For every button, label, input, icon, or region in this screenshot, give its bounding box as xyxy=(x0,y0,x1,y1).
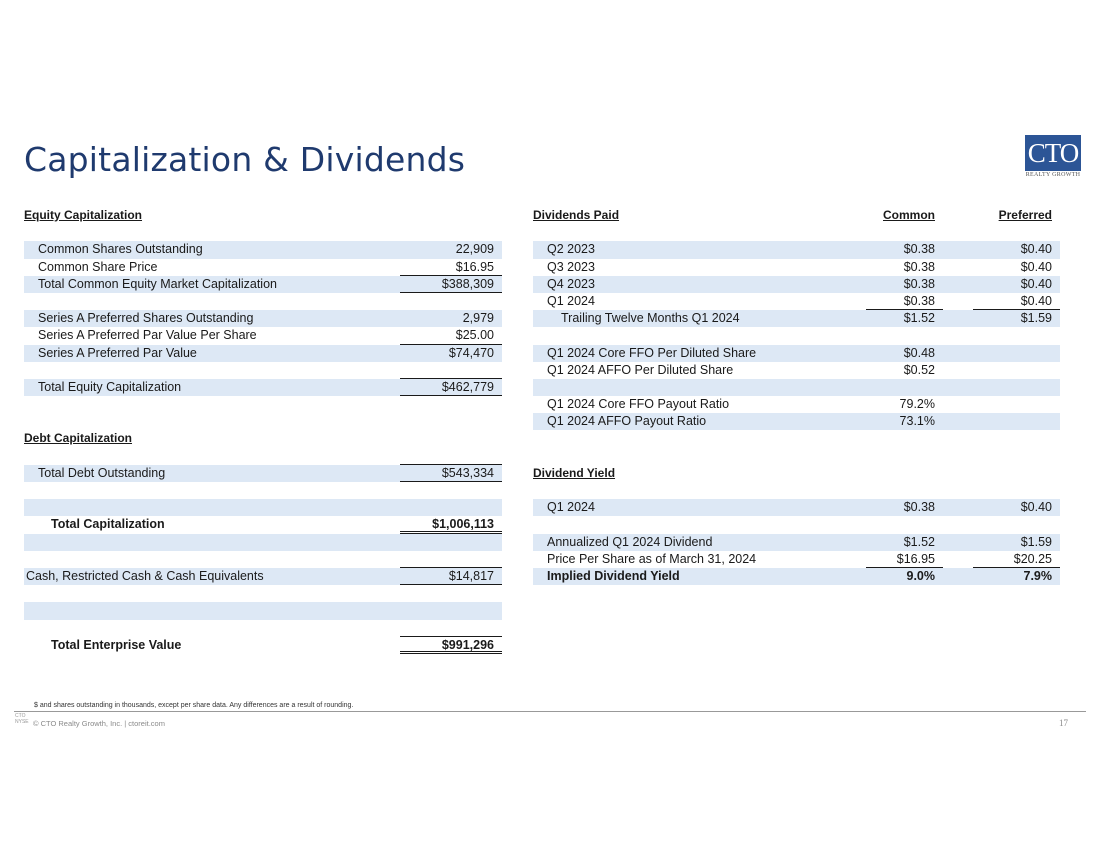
table-row: Q2 2023 $0.38 $0.40 xyxy=(533,241,1060,259)
debt-header: Debt Capitalization xyxy=(24,431,133,446)
table-row: Q1 2024 Core FFO Payout Ratio 79.2% xyxy=(547,397,935,412)
equity-header: Equity Capitalization xyxy=(24,208,143,222)
table-row: Total Enterprise Value $991,296 xyxy=(24,637,502,654)
capitalization-panel: Equity Capitalization Common Shares Outs… xyxy=(24,207,502,654)
table-row: Q1 2024 AFFO Per Diluted Share $0.52 xyxy=(547,362,935,377)
logo-mark: CTO xyxy=(1025,135,1081,171)
footer-logo: CTO NYSE xyxy=(15,713,29,725)
table-row: Common Shares Outstanding 22,909 xyxy=(24,241,502,259)
table-row: Q1 2024 AFFO Payout Ratio 73.1% xyxy=(533,413,1060,431)
table-row: Total Capitalization $1,006,113 xyxy=(24,516,502,534)
table-row: Q1 2024 $0.38 $0.40 xyxy=(533,499,1060,517)
page-number: 17 xyxy=(1059,718,1068,728)
table-row: Series A Preferred Par Value $74,470 xyxy=(24,344,502,362)
table-row: Total Debt Outstanding $543,334 xyxy=(24,464,502,482)
table-row: Q3 2023 $0.38 $0.40 xyxy=(547,259,1052,274)
table-row: Implied Dividend Yield 9.0% 7.9% xyxy=(533,567,1060,586)
table-row: Trailing Twelve Months Q1 2024 $1.52 $1.… xyxy=(533,310,1060,328)
page-title: Capitalization & Dividends xyxy=(24,140,466,179)
table-row: Series A Preferred Shares Outstanding 2,… xyxy=(24,310,502,328)
copyright-text: © CTO Realty Growth, Inc. | ctoreit.com xyxy=(33,719,165,728)
table-row: Q1 2024 Core FFO Per Diluted Share $0.48 xyxy=(533,344,1060,362)
table-row: Series A Preferred Par Value Per Share $… xyxy=(24,327,502,345)
table-row: Q4 2023 $0.38 $0.40 xyxy=(533,275,1060,293)
table-header-row: Dividends Paid Common Preferred xyxy=(533,207,1060,224)
table-row: Annualized Q1 2024 Dividend $1.52 $1.59 xyxy=(533,533,1060,551)
yield-header: Dividend Yield xyxy=(533,465,616,480)
col-common: Common xyxy=(883,208,935,222)
footnote: $ and shares outstanding in thousands, e… xyxy=(34,702,354,709)
company-logo: CTO REALTY GROWTH xyxy=(1025,135,1081,178)
table-row: Total Common Equity Market Capitalizatio… xyxy=(24,275,502,293)
dividends-header: Dividends Paid xyxy=(533,208,620,222)
dividends-panel: Dividends Paid Common Preferred Q2 2023 … xyxy=(533,207,1060,586)
table-header-row: Dividend Yield xyxy=(533,465,1060,482)
table-row: Price Per Share as of March 31, 2024 $16… xyxy=(533,551,1060,568)
table-row: Cash, Restricted Cash & Cash Equivalents… xyxy=(24,567,502,586)
table-row: Q1 2024 $0.38 $0.40 xyxy=(533,293,1060,311)
logo-subtitle: REALTY GROWTH xyxy=(1025,172,1081,178)
footer-divider xyxy=(14,711,1086,712)
table-row: Total Equity Capitalization $462,779 xyxy=(24,378,502,397)
col-preferred: Preferred xyxy=(998,208,1052,222)
table-row: Common Share Price $16.95 xyxy=(24,259,502,276)
